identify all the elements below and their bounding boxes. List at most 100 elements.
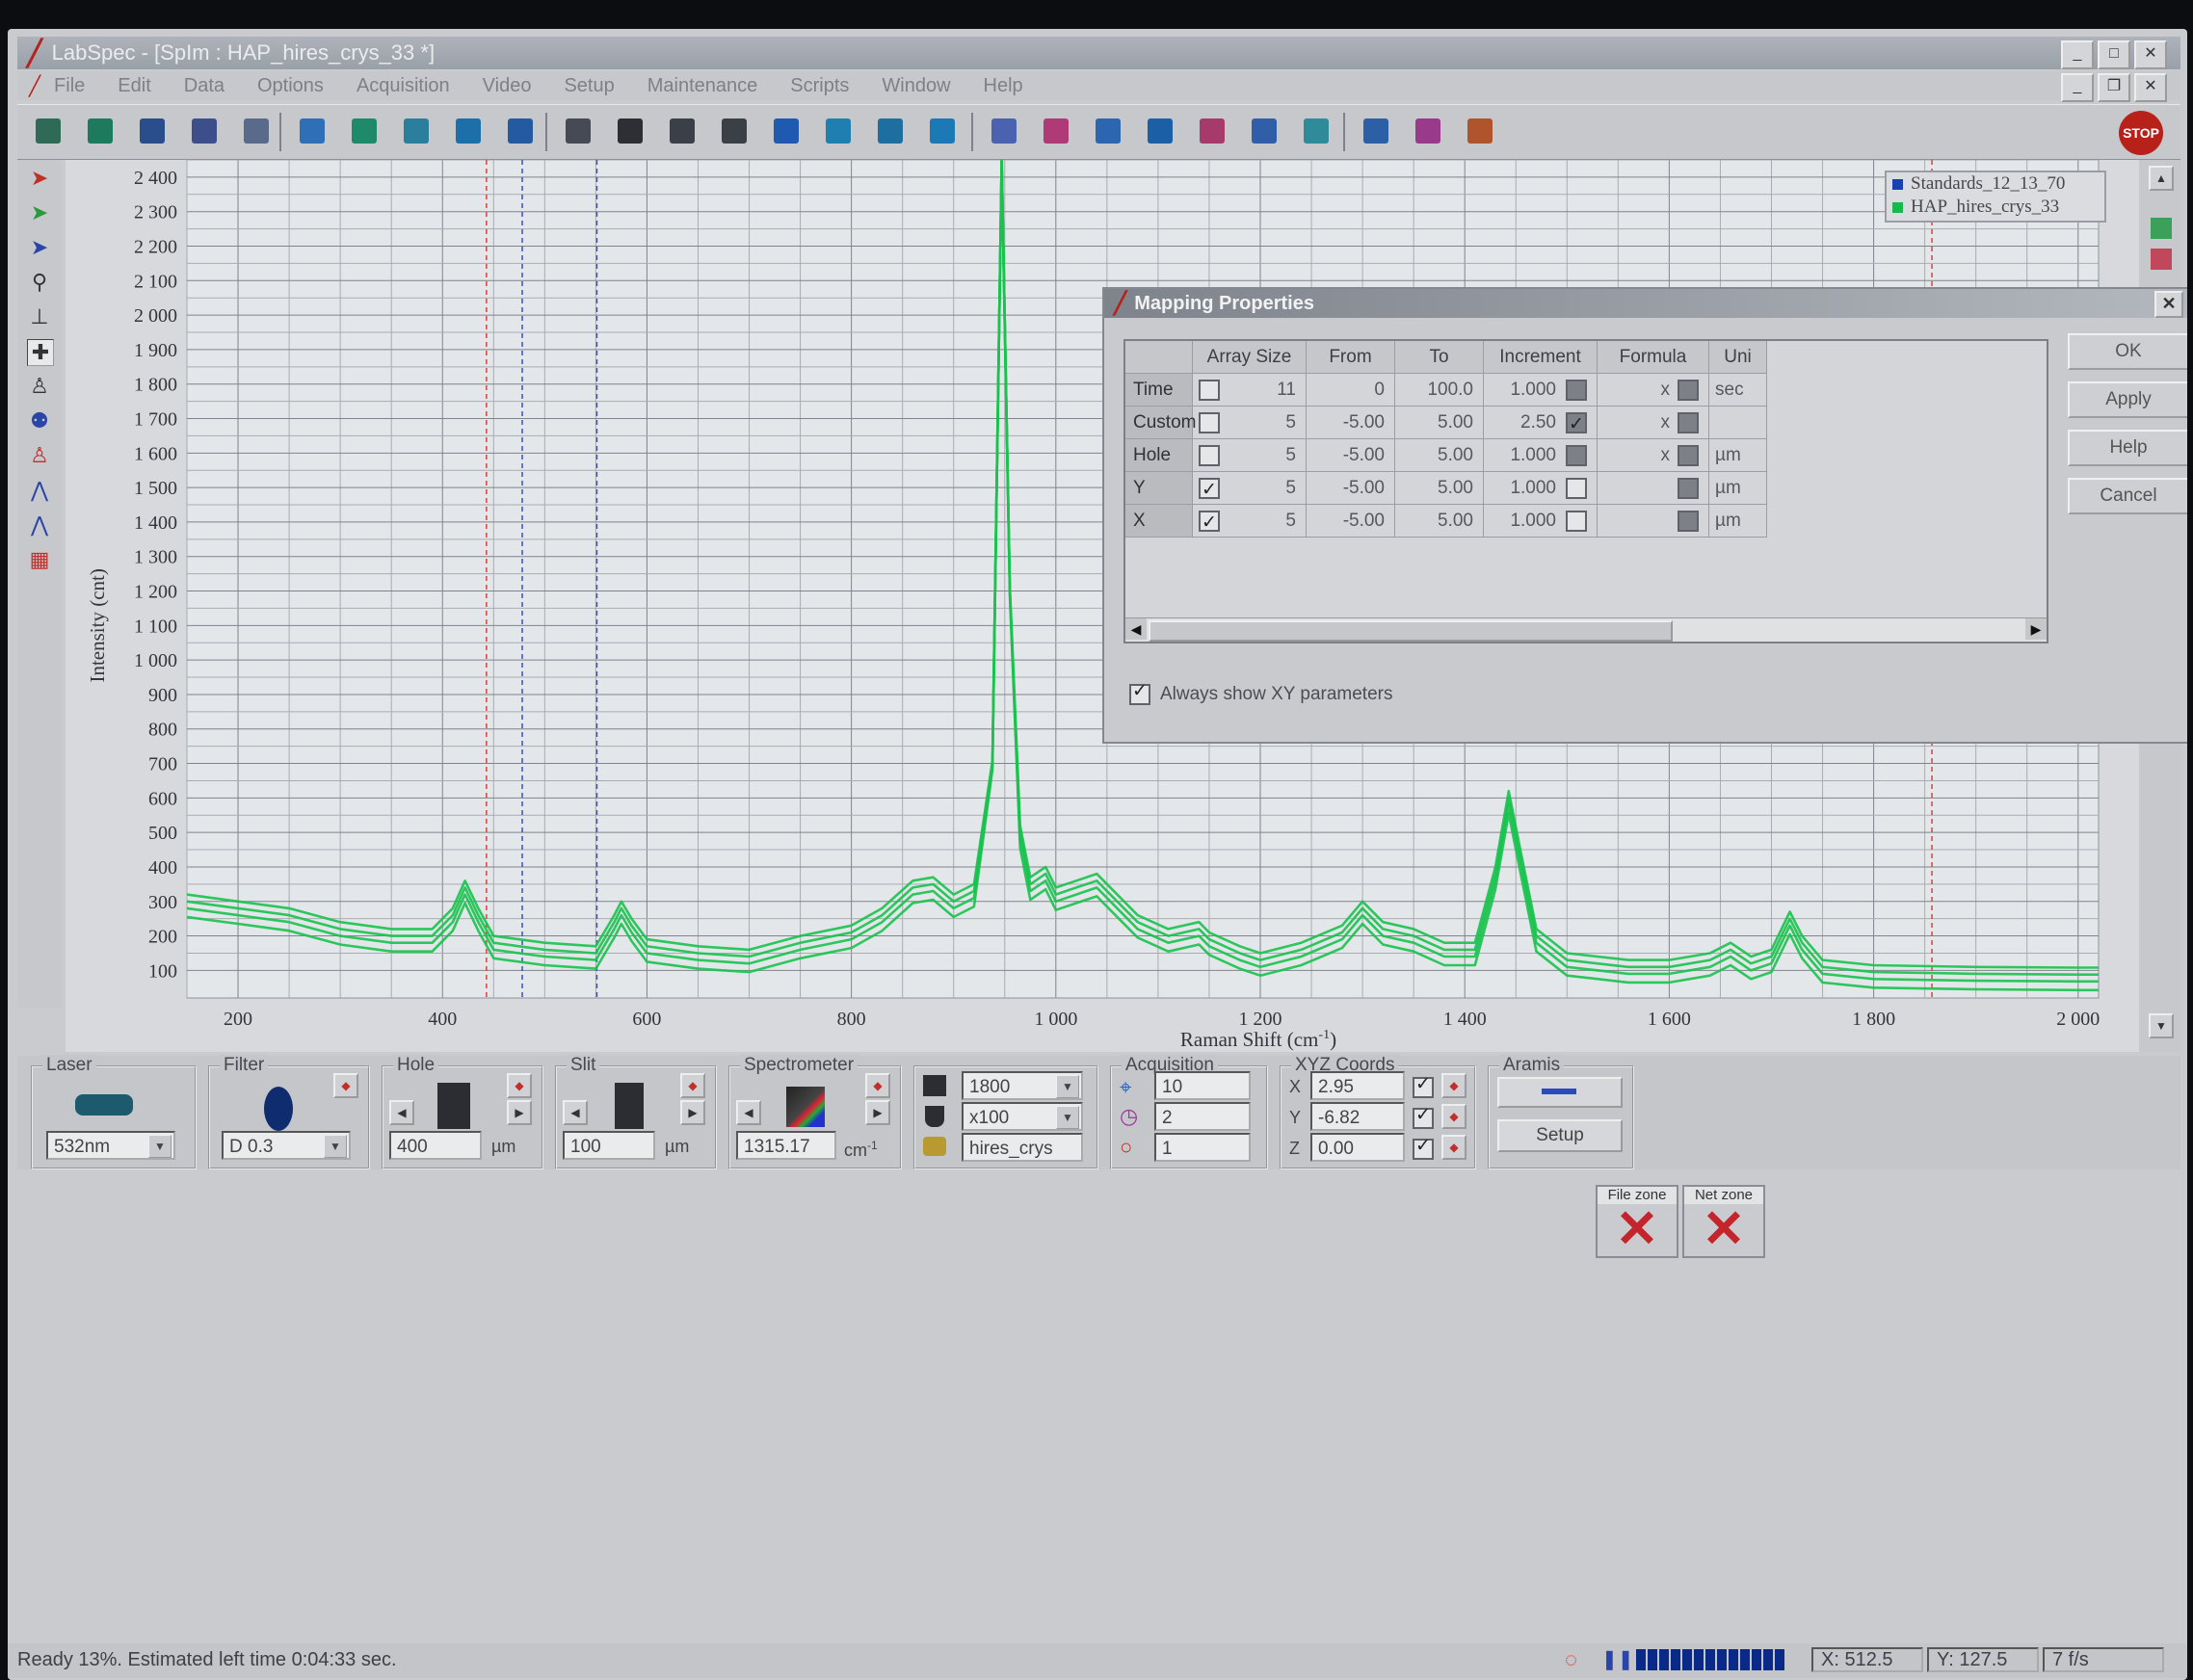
menu-window[interactable]: Window <box>882 75 950 97</box>
increment-checkbox[interactable] <box>1566 477 1587 499</box>
new-icon[interactable] <box>27 111 69 151</box>
scroll-up-button[interactable]: ▲ <box>2149 166 2174 191</box>
hole-input[interactable]: 400 <box>389 1131 482 1160</box>
pin-icon[interactable]: ⊥ <box>27 304 52 329</box>
formula-checkbox[interactable] <box>1678 444 1699 466</box>
peak-icon[interactable] <box>983 111 1025 151</box>
from-cell[interactable]: -5.00 <box>1307 505 1395 538</box>
x-coord-checkbox[interactable] <box>1413 1073 1434 1098</box>
increment-cell[interactable]: 2.50 <box>1484 407 1598 441</box>
crosshair-icon[interactable]: ✚ <box>27 339 54 366</box>
close-button[interactable]: ✕ <box>2134 40 2167 69</box>
to-cell[interactable]: 5.00 <box>1395 505 1484 538</box>
from-cell[interactable]: -5.00 <box>1307 472 1395 505</box>
slit-lock-button[interactable]: ◆ <box>680 1073 705 1098</box>
spectrum-view-icon[interactable] <box>817 111 859 151</box>
increment-cell[interactable]: 1.000 <box>1484 374 1598 407</box>
grating-select[interactable]: 1800 <box>962 1071 1083 1100</box>
scroll-down-button[interactable]: ▼ <box>2149 1013 2174 1038</box>
menu-edit[interactable]: Edit <box>118 75 150 97</box>
pause-icon[interactable]: ❚❚ <box>1601 1647 1634 1671</box>
red-profile-icon[interactable]: ♙ <box>27 443 52 468</box>
array-size-cell[interactable]: 5 <box>1193 505 1307 539</box>
doc-restore-button[interactable]: ❐ <box>2098 73 2130 102</box>
move-icon[interactable] <box>291 111 333 151</box>
info-icon[interactable] <box>499 111 542 151</box>
z-coord-input[interactable]: 0.00 <box>1310 1133 1405 1162</box>
accumulation-input[interactable]: 2 <box>1154 1102 1251 1131</box>
menu-maintenance[interactable]: Maintenance <box>647 75 758 97</box>
doc-minimize-button[interactable]: _ <box>2061 73 2094 102</box>
increment-checkbox[interactable] <box>1566 510 1587 532</box>
profile-icon[interactable]: ⚉ <box>27 408 52 433</box>
apply-button[interactable]: Apply <box>2068 381 2187 418</box>
hole-lock-button[interactable]: ◆ <box>507 1073 532 1098</box>
mapping-grid[interactable]: X5-5.005.001.000µmY5-5.005.001.000µmHole… <box>1123 339 2048 643</box>
menu-file[interactable]: File <box>54 75 85 97</box>
filter-icon[interactable] <box>1139 111 1181 151</box>
from-cell[interactable]: -5.00 <box>1307 407 1395 439</box>
increment-cell[interactable]: 1.000 <box>1484 505 1598 538</box>
baseline-icon[interactable] <box>1087 111 1129 151</box>
doc-close-button[interactable]: ✕ <box>2134 73 2167 102</box>
table-icon[interactable] <box>713 111 755 151</box>
hole-decrease-button[interactable]: ◀ <box>389 1100 414 1125</box>
maximize-button[interactable]: □ <box>2098 40 2130 69</box>
save-icon[interactable] <box>131 111 173 151</box>
menu-help[interactable]: Help <box>984 75 1023 97</box>
slit-input[interactable]: 100 <box>563 1131 655 1160</box>
x-coord-input[interactable]: 2.95 <box>1310 1071 1405 1100</box>
axis-enable-checkbox[interactable] <box>1199 444 1220 466</box>
document-icon[interactable]: ╱ <box>29 74 40 98</box>
minimize-button[interactable]: _ <box>2061 40 2094 69</box>
increment-cell[interactable]: 1.000 <box>1484 439 1598 472</box>
grid-horizontal-scrollbar[interactable]: ◀ ▶ <box>1125 617 2047 642</box>
green-cursor-icon[interactable]: ➤ <box>27 200 52 225</box>
spectrometer-increase-button[interactable]: ▶ <box>865 1100 890 1125</box>
to-cell[interactable]: 5.00 <box>1395 407 1484 439</box>
y-coord-input[interactable]: -6.82 <box>1310 1102 1405 1131</box>
red-cursor-icon[interactable]: ➤ <box>27 166 52 191</box>
z-coord-lock-button[interactable]: ◆ <box>1441 1135 1466 1160</box>
stage-icon[interactable] <box>661 111 703 151</box>
menu-options[interactable]: Options <box>257 75 324 97</box>
marker-icon[interactable]: ♙ <box>27 374 52 399</box>
normalize-icon[interactable] <box>1243 111 1285 151</box>
menu-setup[interactable]: Setup <box>564 75 614 97</box>
scroll-left-button[interactable]: ◀ <box>1125 618 1147 640</box>
laser-select[interactable]: 532nm <box>46 1131 175 1160</box>
formula-cell[interactable]: x <box>1598 374 1709 407</box>
file-zone-button[interactable]: File zone ✕ <box>1596 1185 1678 1258</box>
cluster-icon[interactable] <box>1295 111 1337 151</box>
slit-increase-button[interactable]: ▶ <box>680 1100 705 1125</box>
spectrometer-decrease-button[interactable]: ◀ <box>736 1100 761 1125</box>
ok-button[interactable]: OK <box>2068 333 2187 370</box>
library-icon[interactable] <box>1355 111 1397 151</box>
array-size-cell[interactable]: 11 <box>1193 374 1307 407</box>
column-header[interactable]: Uni <box>1709 341 1767 374</box>
x-coord-lock-button[interactable]: ◆ <box>1441 1073 1466 1098</box>
from-cell[interactable]: 0 <box>1307 374 1395 407</box>
map-grid-icon[interactable] <box>765 111 807 151</box>
dialog-close-button[interactable]: ✕ <box>2154 291 2183 318</box>
spectrometer-lock-button[interactable]: ◆ <box>865 1073 890 1098</box>
zoom-fit-icon[interactable] <box>447 111 489 151</box>
zoom-icon[interactable]: ⚲ <box>27 270 52 295</box>
region-icon[interactable]: ⋀ <box>27 512 52 538</box>
count-input[interactable]: 1 <box>1154 1133 1251 1162</box>
formula-checkbox[interactable] <box>1678 510 1699 532</box>
increment-checkbox[interactable] <box>1566 379 1587 401</box>
y-coord-checkbox[interactable] <box>1413 1104 1434 1129</box>
hole-increase-button[interactable]: ▶ <box>507 1100 532 1125</box>
y-coord-lock-button[interactable]: ◆ <box>1441 1104 1466 1129</box>
objective-select[interactable]: x100 <box>962 1102 1083 1131</box>
peak-region-icon[interactable]: ⋀ <box>27 478 52 503</box>
formula-cell[interactable]: x <box>1598 439 1709 472</box>
axis-enable-checkbox[interactable] <box>1199 474 1220 507</box>
menu-data[interactable]: Data <box>184 75 225 97</box>
filename-input[interactable]: hires_crys <box>962 1133 1083 1162</box>
horizontal-scale-icon[interactable] <box>395 111 437 151</box>
array-size-cell[interactable]: 5 <box>1193 407 1307 439</box>
to-cell[interactable]: 5.00 <box>1395 439 1484 472</box>
formula-cell[interactable]: x <box>1598 407 1709 439</box>
